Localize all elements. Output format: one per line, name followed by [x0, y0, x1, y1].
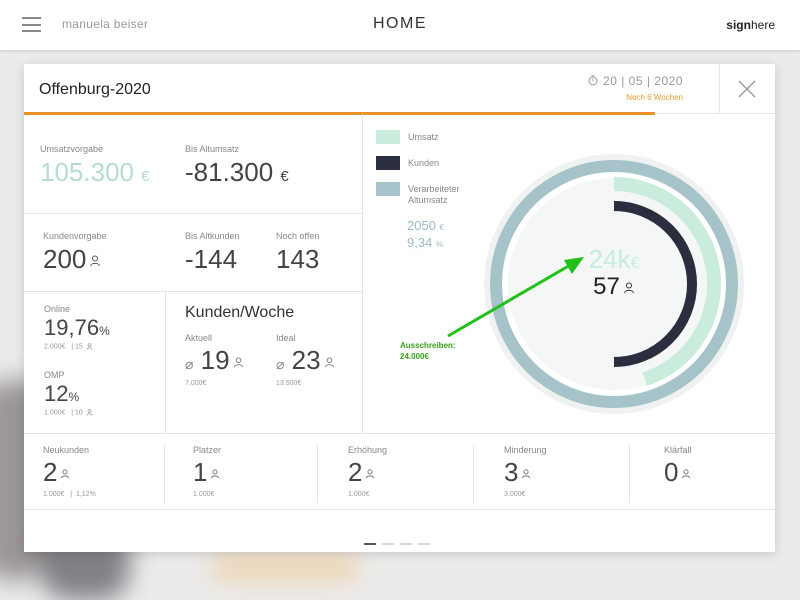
modal-header: Offenburg-2020 20 | 05 | 2020 Noch 6 Woc…	[24, 64, 775, 115]
deadline-date: 20 | 05 | 2020	[603, 74, 683, 88]
kundenvorgabe-stat: Kundenvorgabe 200	[43, 231, 107, 274]
altumsatz-amount: 2050	[407, 218, 436, 233]
weeks-remaining: Noch 6 Wochen	[626, 93, 683, 102]
bottom-stat-value: 3	[504, 457, 519, 487]
top-bar: manuela beiser HOME signhere	[0, 0, 800, 50]
divider	[24, 509, 775, 510]
person-icon	[233, 357, 243, 367]
annotation-arrow	[447, 257, 584, 338]
person-icon	[623, 282, 634, 293]
deadline-box: 20 | 05 | 2020 Noch 6 Wochen	[588, 74, 683, 102]
divider	[24, 213, 362, 214]
bis-altkunden-stat: Bis Altkunden -144	[185, 231, 240, 274]
app-logo: signhere	[726, 18, 775, 32]
person-icon	[61, 469, 70, 479]
online-value: 19,76	[44, 315, 100, 340]
person-icon	[211, 469, 220, 479]
divider	[629, 445, 630, 503]
person-icon	[86, 409, 93, 416]
altumsatz-values: 2050 € 9,34 %	[407, 218, 444, 250]
ideal-value: 23	[291, 345, 321, 375]
kunden-woche-title: Kunden/Woche	[185, 304, 295, 321]
divider	[164, 445, 165, 503]
person-icon	[324, 357, 334, 367]
bottom-stat-2: Erhöhung 2 1.000€	[348, 445, 388, 498]
noch-offen-stat: Noch offen 143	[276, 231, 320, 274]
close-button[interactable]	[719, 64, 775, 114]
bottom-stat-value: 0	[664, 457, 679, 487]
campaign-modal: Offenburg-2020 20 | 05 | 2020 Noch 6 Woc…	[24, 64, 775, 552]
pagination-dot[interactable]	[382, 543, 394, 545]
background-blur-shape	[210, 555, 360, 580]
donut-center-value: 24k	[588, 244, 631, 274]
legend-swatch	[376, 182, 400, 196]
pagination-dot[interactable]	[400, 543, 412, 545]
stopwatch-icon	[588, 75, 598, 86]
person-icon	[86, 343, 93, 350]
bottom-stat-1: Platzer 1 1.000€	[193, 445, 222, 498]
divider	[24, 291, 362, 292]
divider	[317, 445, 318, 503]
person-icon	[522, 469, 531, 479]
pagination-dots	[364, 532, 436, 550]
bottom-stat-3: Minderung 3 3.000€	[504, 445, 547, 498]
noch-offen-value: 143	[276, 244, 320, 274]
kundenvorgabe-value: 200	[43, 244, 87, 274]
kunden-woche-ideal: Ideal ⌀ 23 13.500€	[276, 333, 335, 387]
bottom-stat-value: 2	[348, 457, 363, 487]
altumsatz-percent: 9,34	[407, 235, 433, 250]
bottom-stat-4: Klärfall 0	[664, 445, 692, 487]
divider	[165, 291, 166, 433]
donut-center-count: 57	[593, 273, 620, 300]
divider	[473, 445, 474, 503]
person-icon	[682, 469, 691, 479]
campaign-progress-bar	[24, 112, 655, 115]
pagination-dot[interactable]	[418, 543, 430, 545]
person-icon	[90, 255, 101, 267]
divider	[362, 114, 363, 433]
pagination-dot[interactable]	[364, 543, 376, 545]
bottom-stat-value: 2	[43, 457, 58, 487]
modal-title: Offenburg-2020	[39, 81, 151, 98]
umsatzvorgabe-value: 105.300	[40, 157, 134, 187]
person-icon	[366, 469, 375, 479]
divider	[24, 433, 775, 434]
legend-swatch	[376, 130, 400, 144]
bottom-stat-value: 1	[193, 457, 208, 487]
bis-altumsatz-value: -81.300	[185, 157, 274, 187]
umsatzvorgabe-stat: Umsatzvorgabe 105.300 €	[40, 144, 150, 187]
page-title: HOME	[373, 15, 427, 32]
online-stat: Online 19,76% 2.000€ | 15	[44, 304, 110, 351]
bis-altumsatz-stat: Bis Altumsatz -81.300 €	[185, 144, 289, 187]
omp-value: 12	[44, 381, 69, 406]
omp-stat: OMP 12% 1.000€ | 10	[44, 370, 93, 416]
annotation-label: Ausschreiben: 24.000€	[400, 341, 456, 361]
bis-altkunden-value: -144	[185, 244, 238, 274]
legend-swatch	[376, 156, 400, 170]
close-icon	[738, 80, 756, 98]
aktuell-value: 19	[200, 345, 230, 375]
kunden-woche-aktuell: Aktuell ⌀ 19 7.000€	[185, 333, 244, 387]
bottom-stat-0: Neukunden 2 1.000€ | 1,12%	[43, 445, 96, 498]
